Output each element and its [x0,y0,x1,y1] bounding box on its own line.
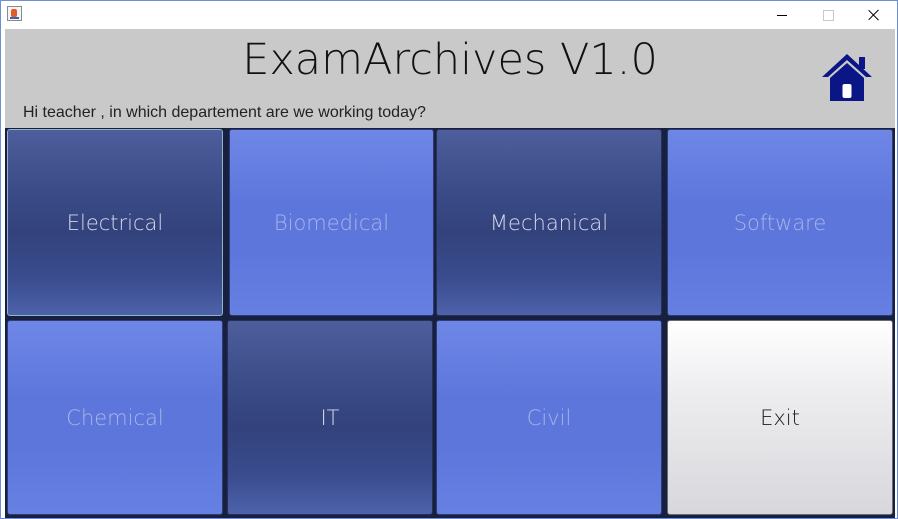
minimize-icon [777,14,787,16]
it-button[interactable]: IT [227,320,433,515]
mechanical-button[interactable]: Mechanical [436,129,662,316]
department-grid: Electrical Biomedical Mechanical Softwar… [5,128,895,518]
maximize-button[interactable] [805,1,851,29]
home-icon [822,54,872,101]
exit-button[interactable]: Exit [667,320,893,515]
home-button[interactable] [819,51,875,103]
electrical-button[interactable]: Electrical [7,129,223,316]
chemical-button[interactable]: Chemical [7,320,223,515]
header-panel: ExamArchives V1.0 Hi teacher , in which … [5,29,895,128]
maximize-icon [822,9,834,21]
software-button[interactable]: Software [667,129,893,316]
app-window: ExamArchives V1.0 Hi teacher , in which … [0,0,898,519]
close-button[interactable] [851,1,897,29]
page-title: ExamArchives V1.0 [242,35,658,85]
biomedical-button[interactable]: Biomedical [229,129,434,316]
java-cup-icon[interactable] [7,6,22,21]
greeting-text: Hi teacher , in which departement are we… [23,104,426,121]
civil-button[interactable]: Civil [436,320,662,515]
title-bar [1,1,897,29]
minimize-button[interactable] [759,1,805,29]
close-icon [868,9,880,21]
